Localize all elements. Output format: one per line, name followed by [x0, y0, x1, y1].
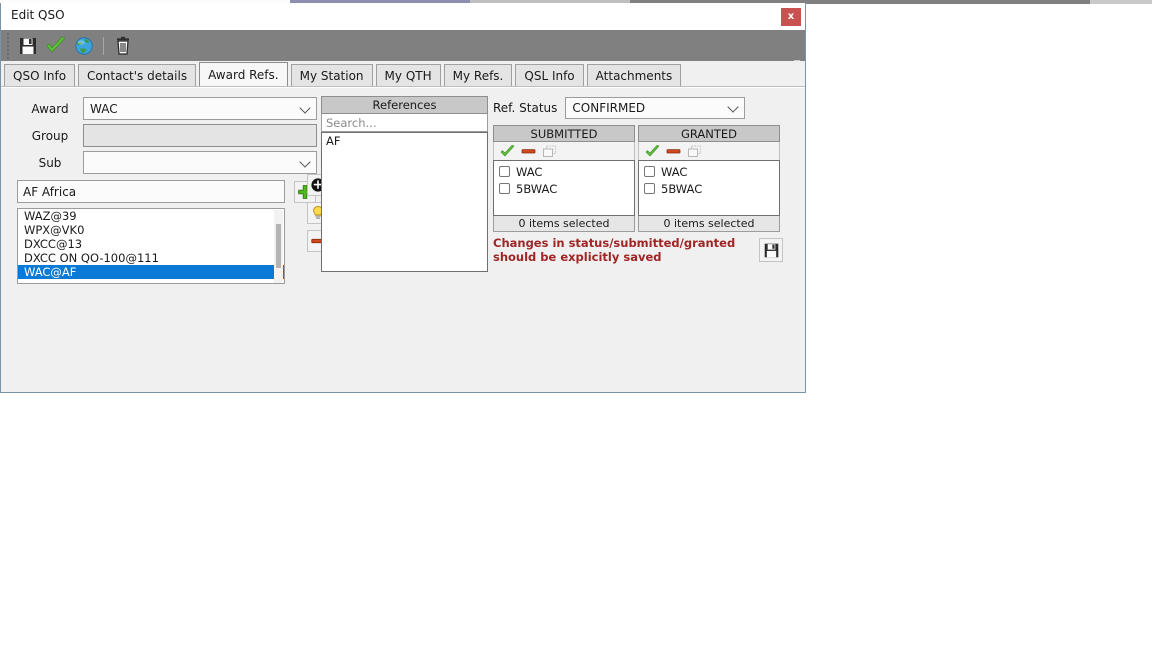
submitted-toolbar: [493, 142, 635, 160]
checkbox-row[interactable]: WAC: [494, 163, 634, 180]
checkbox-icon[interactable]: [644, 183, 655, 194]
tab-strip: QSO Info Contact's details Award Refs. M…: [1, 61, 805, 87]
checkbox-row[interactable]: 5BWAC: [494, 180, 634, 197]
search-placeholder: Search...: [326, 115, 377, 130]
checkbox-icon[interactable]: [644, 166, 655, 177]
delete-trash-icon[interactable]: [109, 32, 137, 60]
status-warning-text: Changes in status/submitted/granted shou…: [493, 236, 736, 264]
toolbar-drag-handle[interactable]: [5, 32, 12, 59]
granted-column: GRANTED WAC 5BWAC 0 items selected: [638, 125, 780, 232]
save-icon[interactable]: [14, 32, 42, 60]
confirm-check-icon[interactable]: [42, 32, 70, 60]
granted-toolbar: [638, 142, 780, 160]
warning-row: Changes in status/submitted/granted shou…: [493, 236, 783, 264]
submitted-selection-count: 0 items selected: [493, 216, 635, 232]
sub-field-row: Sub: [17, 150, 317, 175]
reference-name-value: AF Africa: [23, 184, 77, 199]
list-scrollbar-thumb[interactable]: [276, 224, 281, 268]
tab-attachments[interactable]: Attachments: [586, 64, 682, 86]
chevron-down-icon: [299, 155, 311, 168]
tab-qsl-info[interactable]: QSL Info: [515, 64, 584, 86]
ref-status-select[interactable]: CONFIRMED: [565, 97, 746, 119]
checkbox-icon[interactable]: [499, 183, 510, 194]
reference-name-row: AF Africa: [17, 180, 317, 203]
award-field-row: Award WAC: [17, 96, 317, 121]
dialog-titlebar: Edit QSO x: [1, 3, 805, 30]
group-label: Group: [31, 128, 69, 143]
deselect-all-icon[interactable]: [521, 145, 536, 158]
select-all-icon[interactable]: [500, 144, 515, 158]
list-item[interactable]: DXCC@13: [18, 237, 284, 251]
save-icon: [764, 243, 778, 257]
ref-status-value: CONFIRMED: [572, 101, 646, 115]
submitted-column: SUBMITTED WAC 5BWAC 0 items selected: [493, 125, 635, 232]
list-item[interactable]: AF: [322, 134, 487, 149]
award-form: Award WAC Group Sub AF Africa WAZ@39 WPX…: [17, 96, 329, 284]
tab-my-refs[interactable]: My Refs.: [443, 64, 513, 86]
select-all-icon[interactable]: [645, 144, 660, 158]
ref-status-row: Ref. Status CONFIRMED: [493, 96, 783, 120]
toolbar-collapse-button[interactable]: _: [794, 48, 800, 60]
deselect-all-icon[interactable]: [666, 145, 681, 158]
granted-header[interactable]: GRANTED: [638, 125, 780, 142]
granted-selection-count: 0 items selected: [638, 216, 780, 232]
chevron-down-icon: [299, 101, 311, 114]
references-header[interactable]: References: [321, 96, 488, 114]
search-input[interactable]: Search...: [321, 114, 488, 132]
award-label: Award: [31, 101, 69, 116]
checkbox-label: WAC: [661, 164, 688, 179]
checkbox-row[interactable]: 5BWAC: [639, 180, 779, 197]
edit-qso-dialog: Edit QSO x _ QSO Info Contact's details …: [0, 3, 806, 393]
checkbox-label: 5BWAC: [516, 181, 558, 196]
tab-qso-info[interactable]: QSO Info: [4, 64, 76, 86]
award-refs-panel: Award WAC Group Sub AF Africa WAZ@39 WPX…: [1, 87, 805, 392]
checkbox-label: 5BWAC: [661, 181, 703, 196]
copy-icon[interactable]: [687, 145, 702, 158]
references-listbox[interactable]: AF: [321, 132, 488, 272]
checkbox-row[interactable]: WAC: [639, 163, 779, 180]
list-item[interactable]: WAZ@39: [18, 209, 284, 223]
tab-contacts-details[interactable]: Contact's details: [78, 64, 197, 86]
group-field-row: Group: [17, 123, 317, 148]
tab-my-station[interactable]: My Station: [290, 64, 373, 86]
submitted-list[interactable]: WAC 5BWAC: [493, 160, 635, 216]
close-button[interactable]: x: [781, 8, 801, 26]
reference-status-panel: Ref. Status CONFIRMED SUBMITTED WAC 5BWA…: [493, 96, 783, 264]
page-title: Edit QSO: [11, 8, 65, 22]
list-item[interactable]: WPX@VK0: [18, 223, 284, 237]
group-input[interactable]: [83, 124, 317, 147]
submitted-granted-wrapper: SUBMITTED WAC 5BWAC 0 items selected GRA…: [493, 125, 783, 232]
sub-select[interactable]: [83, 151, 317, 174]
award-select-value: WAC: [90, 101, 118, 116]
save-status-button[interactable]: [759, 238, 783, 262]
tab-award-refs[interactable]: Award Refs.: [199, 62, 288, 86]
granted-list[interactable]: WAC 5BWAC: [638, 160, 780, 216]
submitted-header[interactable]: SUBMITTED: [493, 125, 635, 142]
tab-my-qth[interactable]: My QTH: [375, 64, 441, 86]
list-item-selected[interactable]: WAC@AF: [18, 265, 284, 279]
copy-icon[interactable]: [542, 145, 557, 158]
checkbox-icon[interactable]: [499, 166, 510, 177]
reference-name-input[interactable]: AF Africa: [17, 180, 285, 203]
assigned-references-list[interactable]: WAZ@39 WPX@VK0 DXCC@13 DXCC ON QO-100@11…: [17, 208, 285, 284]
list-scrollbar[interactable]: [274, 210, 283, 283]
main-toolbar: _: [1, 30, 805, 61]
sub-label: Sub: [38, 155, 62, 170]
list-item[interactable]: DXCC ON QO-100@111: [18, 251, 284, 265]
chevron-down-icon: [727, 101, 740, 113]
references-panel: References Search... AF: [321, 96, 488, 272]
award-select[interactable]: WAC: [83, 97, 317, 120]
checkbox-label: WAC: [516, 164, 543, 179]
ref-status-label: Ref. Status: [493, 101, 558, 115]
toolbar-separator: [103, 36, 104, 55]
globe-icon[interactable]: [70, 32, 98, 60]
